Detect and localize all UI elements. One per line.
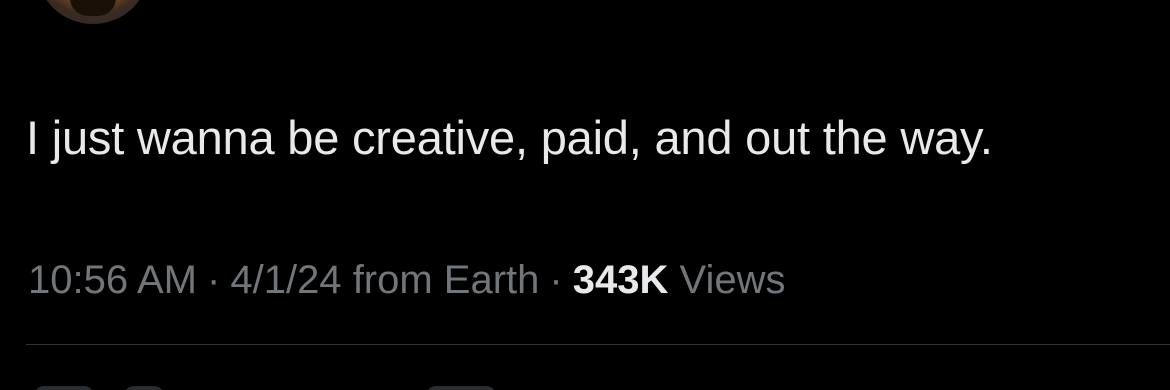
separator-dot: · xyxy=(207,258,221,302)
tweet-metadata: 10:56 AM · 4/1/24 from Earth · 343K Views xyxy=(28,252,785,308)
tweet-source: from Earth xyxy=(352,258,540,302)
views-label[interactable]: Views xyxy=(679,258,785,302)
tweet-time[interactable]: 10:56 AM xyxy=(28,258,197,302)
avatar-image xyxy=(70,0,116,16)
separator-dot: · xyxy=(549,258,563,302)
tweet-date[interactable]: 4/1/24 xyxy=(230,258,341,302)
views-count[interactable]: 343K xyxy=(573,258,669,302)
engagement-fragment xyxy=(124,386,164,390)
engagement-fragment xyxy=(426,386,496,390)
tweet-author-row xyxy=(0,0,1170,30)
engagement-row-partial xyxy=(26,380,1170,390)
author-avatar[interactable] xyxy=(38,0,148,24)
engagement-fragment xyxy=(34,386,94,390)
divider xyxy=(26,344,1170,345)
tweet-text: I just wanna be creative, paid, and out … xyxy=(26,111,993,164)
